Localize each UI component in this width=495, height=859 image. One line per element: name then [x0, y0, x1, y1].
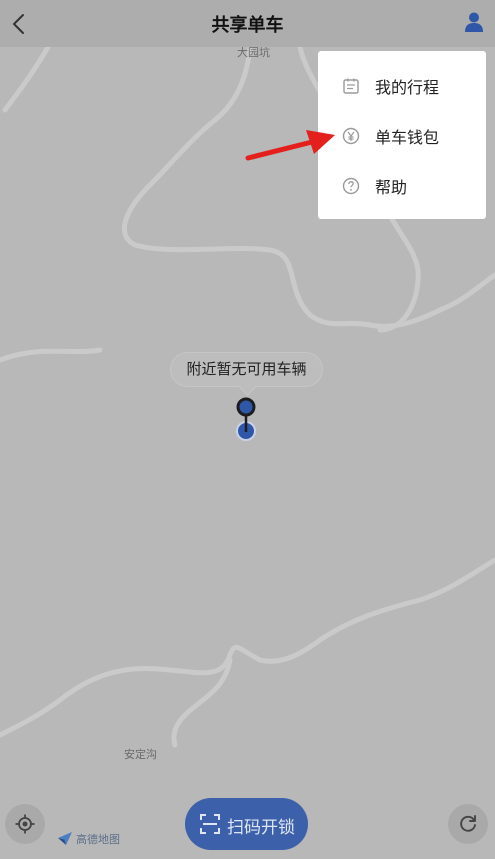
map-provider-label: 高德地图: [76, 833, 120, 846]
refresh-icon: [460, 815, 476, 832]
menu-item-label: 单车钱包: [375, 128, 440, 147]
yen-icon: [342, 127, 360, 145]
menu-item-help[interactable]: 帮助: [318, 161, 486, 211]
overflow-menu: 我的行程 单车钱包 帮助: [318, 51, 486, 219]
map-place-label: 安定沟: [124, 748, 157, 761]
menu-item-trips[interactable]: 我的行程: [318, 61, 486, 111]
amap-logo-icon: [58, 832, 72, 845]
locate-icon: [15, 814, 35, 834]
calendar-icon: [342, 77, 360, 95]
locate-button[interactable]: [5, 804, 45, 844]
notice-text: 附近暂无可用车辆: [186, 360, 307, 378]
menu-item-label: 帮助: [375, 178, 408, 197]
menu-item-label: 我的行程: [375, 78, 440, 97]
location-pin-icon: [236, 397, 256, 441]
menu-item-wallet[interactable]: 单车钱包: [318, 111, 486, 161]
red-arrow-icon: [245, 130, 335, 161]
user-icon[interactable]: [463, 11, 485, 33]
no-bikes-notice: 附近暂无可用车辆: [170, 352, 323, 396]
scan-unlock-label: 扫码开锁: [227, 818, 295, 838]
refresh-button[interactable]: [448, 804, 488, 844]
scan-unlock-button[interactable]: 扫码开锁: [185, 798, 308, 850]
scan-icon: [199, 813, 221, 835]
help-icon: [342, 177, 360, 195]
page-title: 共享单车: [211, 15, 284, 36]
app-header: 共享单车: [0, 0, 495, 47]
